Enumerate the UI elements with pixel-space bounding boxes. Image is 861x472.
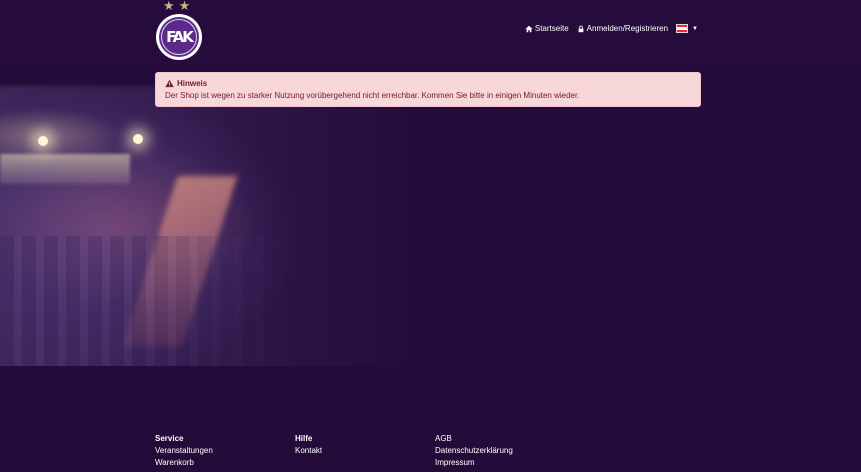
footer-link-events[interactable]: Veranstaltungen [155,446,295,455]
caret-down-icon: ▼ [692,25,698,32]
austria-flag-icon [676,24,689,33]
alert-message: Der Shop ist wegen zu starker Nutzung vo… [165,91,580,100]
stadium-city-background-image [0,66,861,366]
home-icon [525,25,533,32]
lock-icon [578,25,584,32]
footer-heading-service: Service [155,434,184,443]
footer-link-cart[interactable]: Warenkorb [155,458,295,467]
language-dropdown[interactable]: ▼ [676,24,698,33]
club-logo[interactable]: FAK [156,14,202,60]
notice-alert: Hinweis Der Shop ist wegen zu starker Nu… [155,72,701,107]
stadium-shape [0,154,130,184]
top-bar [0,0,861,66]
nav-login-link[interactable]: Anmelden/Registrieren [577,24,668,33]
logo-ring [161,19,197,55]
footer: Service Veranstaltungen Warenkorb Hilfe … [155,434,715,467]
alert-title: Hinweis [177,79,208,88]
footer-column-help: Hilfe Kontakt [295,434,435,467]
floodlight-left [38,136,48,146]
footer-link-contact[interactable]: Kontakt [295,446,435,455]
footer-link-privacy[interactable]: Datenschutzerklärung [435,446,575,455]
star-icon: ★ [163,0,175,13]
top-navigation: Startseite Anmelden/Registrieren ▼ [525,24,698,33]
footer-column-legal: AGB Datenschutzerklärung Impressum [435,434,575,467]
footer-link-terms[interactable]: AGB [435,434,575,443]
star-icon: ★ [178,0,191,13]
floodlight-right [133,134,143,144]
nav-home-link[interactable]: Startseite [525,24,569,33]
nav-home-label: Startseite [534,24,569,33]
championship-stars: ★ ★ [163,0,191,13]
warning-icon [165,79,174,88]
alert-heading: Hinweis [165,79,691,88]
logo-emblem: FAK [159,17,199,57]
buildings-shape [0,236,300,366]
footer-column-service: Service Veranstaltungen Warenkorb [155,434,295,467]
footer-heading-help: Hilfe [295,434,313,443]
nav-login-label: Anmelden/Registrieren [586,24,669,33]
footer-link-imprint[interactable]: Impressum [435,458,575,467]
